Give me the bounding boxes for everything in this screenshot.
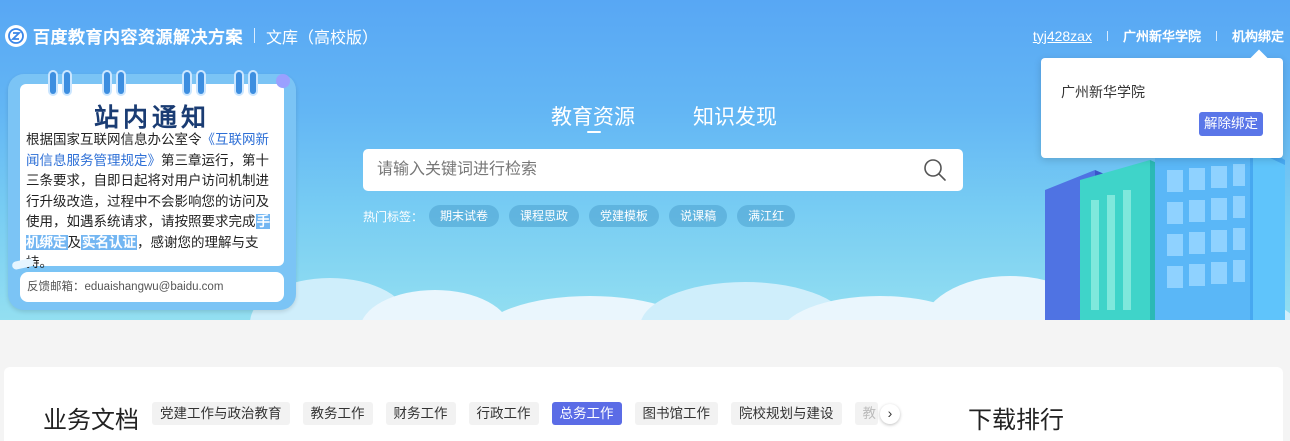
category-tabs: 党建工作与政治教育 教务工作 财务工作 行政工作 总务工作 图书馆工作 院校规划… bbox=[152, 402, 878, 425]
institution-link[interactable]: 广州新华学院 bbox=[1123, 26, 1201, 45]
hot-tag[interactable]: 说课稿 bbox=[669, 205, 728, 227]
nav-divider bbox=[1215, 30, 1217, 41]
binder-ring-icon bbox=[250, 72, 256, 94]
hot-tag[interactable]: 课程思政 bbox=[509, 205, 580, 227]
hero-banner: 百度教育内容资源解决方案 文库（高校版） tyj428zax 广州新华学院 机构… bbox=[0, 0, 1290, 320]
binder-ring-icon bbox=[198, 72, 204, 94]
binder-ring-icon bbox=[104, 72, 110, 94]
search-icon[interactable] bbox=[923, 158, 947, 182]
tab-knowledge-discovery[interactable]: 知识发现 bbox=[693, 101, 777, 131]
hot-tags: 热门标签： 期末试卷 课程思政 党建模板 说课稿 满江红 bbox=[363, 205, 805, 227]
hot-tag[interactable]: 党建模板 bbox=[589, 205, 660, 227]
search-box bbox=[363, 149, 963, 191]
tab-education-resources[interactable]: 教育资源 bbox=[551, 101, 635, 133]
category-tab[interactable]: 图书馆工作 bbox=[634, 402, 718, 425]
search-tabs: 教育资源 知识发现 bbox=[551, 101, 835, 133]
category-tab-active[interactable]: 总务工作 bbox=[551, 402, 622, 425]
bind-popover: 广州新华学院 解除绑定 bbox=[1041, 58, 1283, 158]
popover-institution-name: 广州新华学院 bbox=[1061, 84, 1145, 100]
category-tab[interactable]: 教务工作 bbox=[302, 402, 373, 425]
hot-tag[interactable]: 满江红 bbox=[737, 205, 796, 227]
unbind-button[interactable]: 解除绑定 bbox=[1199, 112, 1263, 136]
binder-ring-icon bbox=[50, 72, 56, 94]
brand-name: 百度教育内容资源解决方案 bbox=[33, 28, 243, 47]
category-tab[interactable]: 行政工作 bbox=[468, 402, 539, 425]
binder-ring-icon bbox=[236, 72, 242, 94]
realname-highlight[interactable]: 实名认证 bbox=[81, 234, 137, 250]
logo-icon bbox=[5, 24, 27, 47]
nav-divider bbox=[1106, 30, 1108, 41]
section-title: 业务文档 bbox=[43, 407, 139, 434]
buildings-illustration bbox=[1045, 140, 1285, 320]
notice-text: 及 bbox=[67, 234, 82, 250]
site-notice-card: 站内通知 根据国家互联网信息办公室令《互联网新闻信息服务管理规定》第三章运行，第… bbox=[8, 72, 296, 310]
binder-ring-icon bbox=[184, 72, 190, 94]
chevron-right-icon[interactable]: › bbox=[880, 404, 900, 424]
category-tab[interactable]: 党建工作与政治教育 bbox=[152, 402, 290, 425]
search-input[interactable] bbox=[363, 149, 903, 191]
notice-title: 站内通知 bbox=[93, 104, 210, 132]
hot-tag[interactable]: 期末试卷 bbox=[429, 205, 500, 227]
brand-subtitle: 文库（高校版） bbox=[266, 29, 379, 47]
binder-ring-icon bbox=[118, 72, 124, 94]
decoration-ball-icon bbox=[276, 74, 290, 88]
brand-divider bbox=[254, 28, 255, 43]
category-tab[interactable]: 院校规划与建设 bbox=[731, 402, 842, 425]
top-nav: tyj428zax 广州新华学院 机构绑定 bbox=[1033, 26, 1284, 45]
business-docs-panel: 业务文档 党建工作与政治教育 教务工作 财务工作 行政工作 总务工作 图书馆工作… bbox=[4, 367, 1283, 441]
notice-body: 根据国家互联网信息办公室令《互联网新闻信息服务管理规定》第三章运行，第十三条要求… bbox=[26, 130, 282, 274]
category-tab[interactable]: 财务工作 bbox=[385, 402, 456, 425]
category-tab-overflow[interactable]: 教 bbox=[854, 402, 878, 425]
binder-ring-icon bbox=[64, 72, 70, 94]
username-link[interactable]: tyj428zax bbox=[1033, 28, 1092, 44]
notice-text: 根据国家互联网信息办公室令 bbox=[26, 132, 202, 147]
hot-tags-label: 热门标签： bbox=[363, 209, 424, 224]
site-logo[interactable]: 百度教育内容资源解决方案 文库（高校版） bbox=[5, 23, 378, 48]
bind-institution-link[interactable]: 机构绑定 bbox=[1232, 26, 1284, 45]
ranking-title: 下载排行 bbox=[968, 407, 1064, 434]
feedback-email: 反馈邮箱：eduaishangwu@baidu.com bbox=[20, 272, 284, 302]
notice-paper: 站内通知 根据国家互联网信息办公室令《互联网新闻信息服务管理规定》第三章运行，第… bbox=[20, 72, 290, 270]
